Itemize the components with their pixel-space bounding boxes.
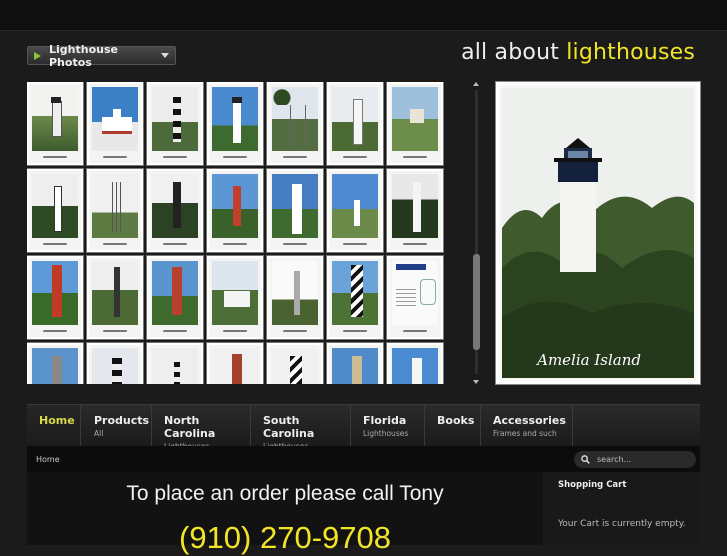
tagline-prefix: all about bbox=[461, 40, 567, 65]
thumbnail[interactable] bbox=[266, 255, 324, 340]
thumbnail[interactable] bbox=[326, 168, 384, 253]
cart-empty-message: Your Cart is currently empty. bbox=[558, 519, 686, 529]
thumbnail[interactable] bbox=[206, 255, 264, 340]
thumbnail[interactable] bbox=[206, 342, 264, 384]
search-icon[interactable] bbox=[581, 455, 590, 464]
order-instructions: To place an order please call Tony bbox=[126, 482, 444, 505]
gallery-scrollbar[interactable] bbox=[472, 82, 480, 384]
nav-accessories[interactable]: Accessories Frames and such bbox=[481, 405, 573, 447]
shopping-cart: Shopping Cart Your Cart is currently emp… bbox=[543, 472, 700, 545]
thumbnail[interactable] bbox=[206, 168, 264, 253]
dropdown-label: Lighthouse Photos bbox=[49, 42, 118, 69]
featured-caption: Amelia Island bbox=[537, 351, 641, 369]
thumbnail[interactable] bbox=[326, 342, 384, 384]
search-box[interactable] bbox=[574, 451, 696, 468]
thumbnail[interactable] bbox=[27, 342, 84, 384]
nav-accessories-sub: Frames and such bbox=[493, 429, 557, 438]
nav-north-carolina[interactable]: North Carolina Lighthouses bbox=[152, 405, 251, 451]
nav-books-title: Books bbox=[437, 414, 475, 427]
thumbnail[interactable] bbox=[386, 168, 444, 253]
nav-products-title: Products bbox=[94, 414, 150, 427]
thumbnail[interactable] bbox=[86, 82, 144, 166]
site-tagline: all about lighthouses bbox=[461, 40, 695, 65]
thumbnail[interactable] bbox=[86, 255, 144, 340]
thumbnail[interactable] bbox=[206, 82, 264, 166]
sub-bar: Home bbox=[27, 446, 700, 472]
phone-number[interactable]: (910) 270-9708 bbox=[27, 520, 543, 556]
scroll-thumb[interactable] bbox=[473, 254, 480, 350]
thumbnail[interactable] bbox=[146, 342, 204, 384]
scroll-down-icon[interactable] bbox=[473, 380, 479, 384]
main-nav: Home Products All North Carolina Lightho… bbox=[27, 404, 700, 451]
thumbnail[interactable] bbox=[27, 255, 84, 340]
nav-home-title: Home bbox=[39, 414, 75, 427]
main-content: To place an order please call Tony (910)… bbox=[27, 472, 543, 555]
thumbnail-gallery bbox=[27, 82, 448, 384]
tagline-accent: lighthouses bbox=[566, 40, 695, 65]
chevron-down-icon bbox=[161, 53, 169, 58]
nav-accessories-title: Accessories bbox=[493, 414, 566, 427]
cart-title: Shopping Cart bbox=[558, 480, 627, 490]
thumbnail[interactable] bbox=[386, 255, 444, 340]
thumbnail[interactable] bbox=[146, 168, 204, 253]
nav-south-carolina[interactable]: South Carolina Lighthouses bbox=[251, 405, 351, 451]
scroll-up-icon[interactable] bbox=[473, 82, 479, 86]
thumbnail[interactable] bbox=[266, 168, 324, 253]
nav-florida-sub: Lighthouses bbox=[363, 429, 409, 438]
nav-products-sub: All bbox=[94, 429, 104, 438]
thumbnail[interactable] bbox=[86, 342, 144, 384]
thumbnail[interactable] bbox=[146, 255, 204, 340]
thumbnail[interactable] bbox=[386, 342, 444, 384]
nav-south-carolina-title: South Carolina bbox=[263, 414, 315, 440]
nav-books[interactable]: Books bbox=[425, 405, 481, 447]
thumbnail[interactable] bbox=[266, 342, 324, 384]
thumbnail[interactable] bbox=[146, 82, 204, 166]
nav-north-carolina-title: North Carolina bbox=[164, 414, 216, 440]
lighthouse-photos-dropdown[interactable]: Lighthouse Photos bbox=[27, 43, 176, 69]
thumbnail[interactable] bbox=[27, 168, 84, 253]
thumbnail[interactable] bbox=[326, 82, 384, 166]
nav-products[interactable]: Products All bbox=[82, 405, 152, 447]
thumbnail[interactable] bbox=[27, 82, 84, 166]
thumbnail[interactable] bbox=[86, 168, 144, 253]
thumbnail[interactable] bbox=[266, 82, 324, 166]
search-input[interactable] bbox=[595, 454, 689, 465]
top-bar bbox=[0, 0, 727, 31]
nav-florida[interactable]: Florida Lighthouses bbox=[351, 405, 425, 447]
nav-florida-title: Florida bbox=[363, 414, 407, 427]
thumbnail[interactable] bbox=[326, 255, 384, 340]
nav-home[interactable]: Home bbox=[27, 405, 81, 447]
featured-image bbox=[502, 88, 694, 378]
breadcrumb[interactable]: Home bbox=[36, 455, 60, 464]
featured-photo[interactable]: Amelia Island bbox=[495, 81, 701, 385]
arrow-right-icon bbox=[34, 51, 41, 60]
thumbnail[interactable] bbox=[386, 82, 444, 166]
